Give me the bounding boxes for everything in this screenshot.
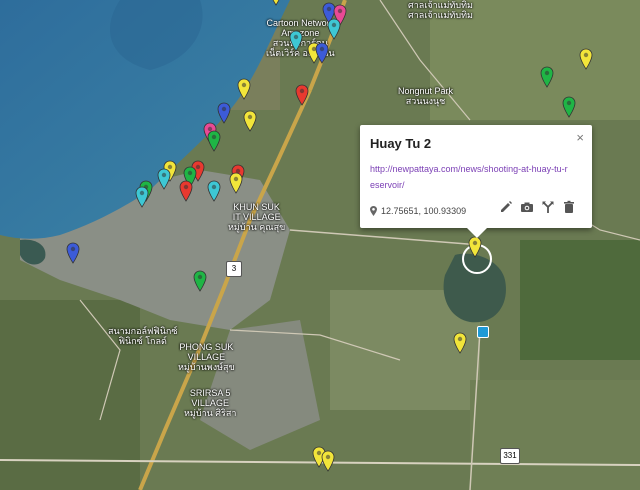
cyan-map-marker-icon[interactable] bbox=[207, 180, 221, 202]
yellow-map-marker-icon[interactable] bbox=[579, 48, 593, 70]
directions-icon[interactable] bbox=[541, 200, 555, 214]
info-window: Huay Tu 2 × http://newpattaya.com/news/s… bbox=[360, 125, 592, 238]
blue-map-marker-icon[interactable] bbox=[315, 42, 329, 64]
blue-map-marker-icon[interactable] bbox=[217, 102, 231, 124]
location-pin-icon bbox=[370, 206, 377, 218]
yellow-map-marker-icon[interactable] bbox=[453, 332, 467, 354]
yellow-map-marker-icon[interactable] bbox=[321, 450, 335, 472]
edit-icon[interactable] bbox=[499, 200, 513, 214]
poi-label-line: ศาลเจ้าแม่ทับทิม bbox=[408, 0, 473, 10]
area-label-line: SRIRSA 5 bbox=[189, 388, 231, 398]
poi-label-line: สวนนงนุช bbox=[405, 96, 446, 106]
poi-label-line: ศาลเจ้าแม่ทับทิม bbox=[408, 10, 473, 20]
yellow-map-marker-icon[interactable] bbox=[237, 78, 251, 100]
poi-label-line: สนามกอล์ฟฟินิกซ์ bbox=[108, 326, 178, 336]
blue-map-marker-icon[interactable] bbox=[66, 242, 80, 264]
yellow-map-marker-icon[interactable] bbox=[269, 0, 283, 6]
area-label-line: หมู่บ้านพงษ์สุข bbox=[178, 362, 235, 372]
poi-label-line: Nongnut Park bbox=[398, 86, 454, 96]
cyan-map-marker-icon[interactable] bbox=[135, 186, 149, 208]
green-map-marker-icon[interactable] bbox=[193, 270, 207, 292]
hotel-icon[interactable] bbox=[477, 326, 489, 338]
poi-label-golf[interactable]: สนามกอล์ฟฟินิกซ์ ฟินิกซ์ โกลด์ bbox=[108, 326, 177, 346]
area-label-line: IT VILLAGE bbox=[232, 212, 281, 222]
green-map-marker-icon[interactable] bbox=[540, 66, 554, 88]
cyan-map-marker-icon[interactable] bbox=[289, 30, 303, 52]
yellow-map-marker-icon[interactable] bbox=[243, 110, 257, 132]
red-map-marker-icon[interactable] bbox=[179, 180, 193, 202]
info-window-title: Huay Tu 2 bbox=[370, 136, 432, 151]
area-label-line: หมู่บ้าน ศิริสา bbox=[184, 408, 237, 418]
coordinates-text: 12.75651, 100.93309 bbox=[381, 206, 467, 216]
cyan-map-marker-icon[interactable] bbox=[157, 168, 171, 190]
green-map-marker-icon[interactable] bbox=[207, 130, 221, 152]
close-icon[interactable]: × bbox=[576, 130, 584, 145]
area-label-line: หมู่บ้าน คุณสุข bbox=[228, 222, 286, 232]
area-label-line: PHONG SUK bbox=[179, 342, 234, 352]
area-label-line: VILLAGE bbox=[191, 398, 229, 408]
green-map-marker-icon[interactable] bbox=[562, 96, 576, 118]
yellow-map-marker-icon[interactable] bbox=[229, 172, 243, 194]
trash-icon[interactable] bbox=[562, 200, 576, 214]
poi-label-shrine[interactable]: ศาลเจ้าแม่ทับทิม ศาลเจ้าแม่ทับทิม bbox=[408, 0, 473, 20]
area-label-line: KHUN SUK bbox=[233, 202, 280, 212]
satellite-map[interactable]: Cartoon Network Amazone สวนน้ำการ์ตูน เน… bbox=[0, 0, 640, 490]
area-label-phong-suk: PHONG SUK VILLAGE หมู่บ้านพงษ์สุข bbox=[178, 342, 235, 372]
red-map-marker-icon[interactable] bbox=[295, 84, 309, 106]
info-window-coordinates: 12.75651, 100.93309 bbox=[370, 206, 466, 218]
info-window-toolbar bbox=[499, 200, 576, 214]
area-label-khun-suk: KHUN SUK IT VILLAGE หมู่บ้าน คุณสุข bbox=[228, 202, 285, 232]
info-window-link[interactable]: http://newpattaya.com/news/shooting-at-h… bbox=[370, 161, 570, 193]
yellow-map-marker-icon[interactable] bbox=[468, 236, 482, 258]
poi-label-line: ฟินิกซ์ โกลด์ bbox=[118, 336, 167, 346]
poi-label-nongnut-park[interactable]: Nongnut Park สวนนงนุช bbox=[398, 86, 453, 106]
cyan-map-marker-icon[interactable] bbox=[327, 18, 341, 40]
route-shield-3: 3 bbox=[226, 261, 242, 277]
area-label-line: VILLAGE bbox=[187, 352, 226, 362]
camera-icon[interactable] bbox=[520, 200, 534, 214]
route-shield-331: 331 bbox=[500, 448, 520, 464]
area-label-sirisa: SRIRSA 5 VILLAGE หมู่บ้าน ศิริสา bbox=[184, 388, 236, 418]
